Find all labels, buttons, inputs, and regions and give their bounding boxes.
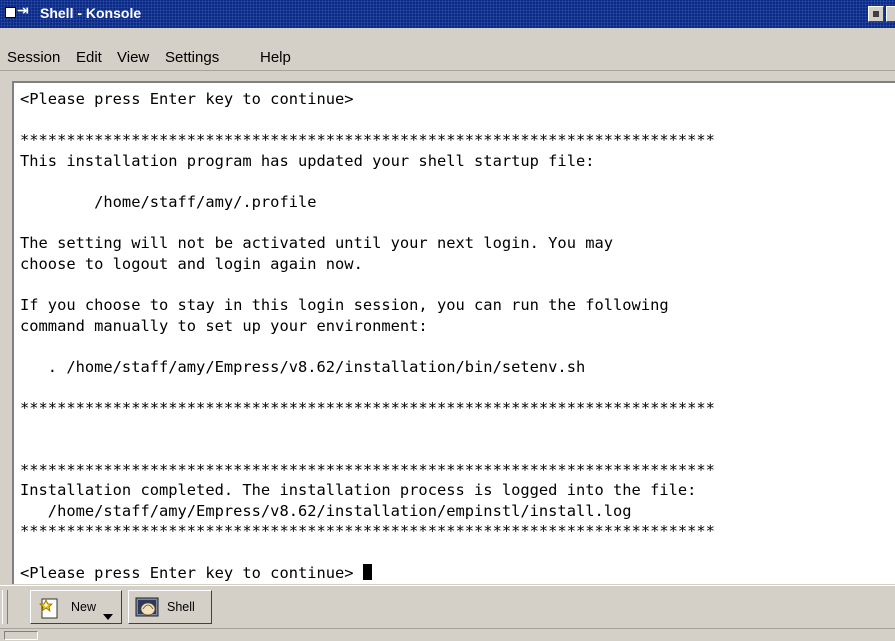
window-menu-icon[interactable]: ⇥ — [5, 3, 29, 21]
shell-session-label: Shell — [167, 600, 195, 614]
menu-help[interactable]: Help — [260, 49, 291, 66]
shell-icon — [135, 597, 159, 617]
menu-session[interactable]: Session — [7, 49, 60, 66]
menu-edit[interactable]: Edit — [76, 49, 102, 66]
toolbar-grip[interactable] — [2, 590, 8, 624]
text-cursor — [362, 563, 372, 580]
maximize-button[interactable] — [886, 6, 895, 22]
status-segment — [4, 631, 38, 640]
chevron-down-icon[interactable] — [103, 614, 113, 620]
menu-view[interactable]: View — [117, 49, 149, 66]
menu-bar: Session Edit View Settings Help — [0, 28, 895, 71]
title-bar[interactable]: ⇥ Shell - Konsole — [0, 0, 895, 28]
new-session-button[interactable]: New — [30, 590, 122, 624]
new-session-label: New — [71, 600, 97, 614]
window-title: Shell - Konsole — [40, 5, 142, 21]
minimize-button[interactable] — [868, 6, 884, 22]
terminal-output: <Please press Enter key to continue> ***… — [20, 90, 715, 582]
status-bar — [0, 628, 895, 641]
menu-settings[interactable]: Settings — [165, 49, 219, 66]
new-session-icon — [39, 598, 58, 619]
session-tab-bar: New Shell — [0, 585, 895, 628]
terminal-view[interactable]: <Please press Enter key to continue> ***… — [12, 81, 895, 584]
shell-session-tab[interactable]: Shell — [128, 590, 212, 624]
